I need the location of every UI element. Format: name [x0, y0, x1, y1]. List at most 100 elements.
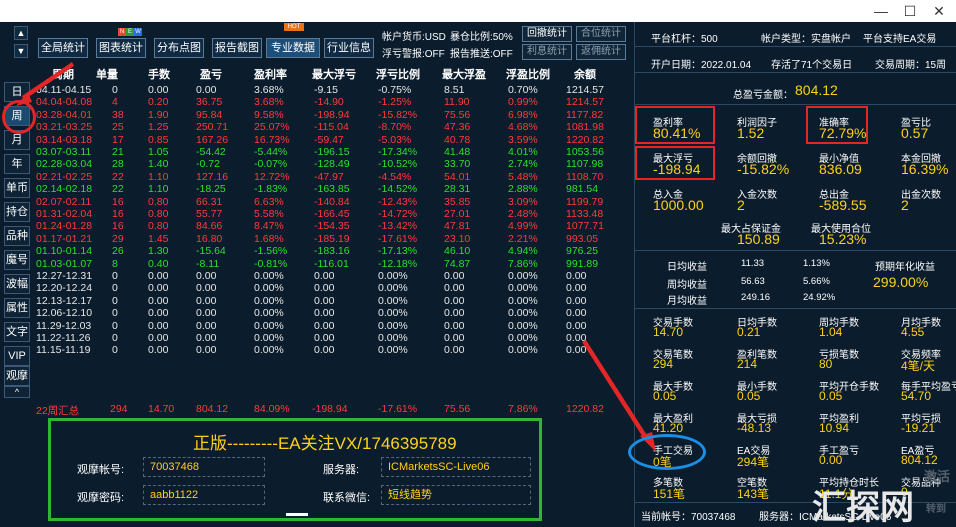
table-row[interactable]: 04.04-04.08 4 0.20 36.75 3.68% -14.90 -1.25% 11… [34, 96, 630, 108]
cell-orders: 0 [112, 294, 118, 307]
table-row[interactable]: 02.21-02.25 22 1.10 127.16 12.72% -47.97 -4.54… [34, 171, 630, 183]
col-float-loss-ratio[interactable]: 浮亏比例 [376, 66, 420, 82]
collapse-icon[interactable]: ^ [4, 386, 30, 398]
wechat-field[interactable]: 短线趋势 [381, 485, 531, 505]
table-row[interactable]: 03.14-03.18 17 0.85 167.26 16.73% -59.47 -5.03… [34, 134, 630, 146]
cell-balance: 1214.57 [566, 84, 604, 96]
table-row[interactable]: 01.24-01.28 16 0.80 84.66 8.47% -154.35 -13.42… [34, 220, 630, 232]
sidebar-item-symbols[interactable]: 品种 [4, 226, 30, 246]
cell-float-loss-ratio: 0.00% [378, 319, 408, 332]
cell-period: 12.13-12.17 [36, 294, 93, 307]
table-row[interactable]: 11.15-11.19 0 0.00 0.00 0.00% 0.00 0.00% 0.00 0.… [34, 344, 630, 356]
close-icon[interactable]: ✕ [924, 0, 954, 22]
horizontal-scrollbar[interactable] [286, 513, 308, 516]
col-float-profit-ratio[interactable]: 浮盈比例 [506, 66, 550, 82]
table-summary-row: 22周汇总 294 14.70 804.12 84.09% -198.94 -1… [34, 403, 630, 417]
distribution-chart-button[interactable]: 分布点图 [154, 38, 204, 58]
withdrawal-count-value: 2 [901, 197, 909, 213]
table-row[interactable]: 12.20-12.24 0 0.00 0.00 0.00% 0.00 0.00% 0.00 0.… [34, 282, 630, 294]
minimize-icon[interactable]: — [866, 0, 896, 22]
rebate-stats-button[interactable]: 返佣统计 [576, 44, 626, 60]
cell-float-loss-ratio: 0.00% [378, 294, 408, 307]
table-row[interactable]: 11.29-12.03 0 0.00 0.00 0.00% 0.00 0.00% 0.00 0.… [34, 320, 630, 332]
cell-orders: 16 [112, 208, 124, 220]
table-row[interactable]: 01.17-01.21 29 1.45 16.80 1.68% -185.19 -17.61… [34, 233, 630, 245]
sidebar-item-vip[interactable]: VIP [4, 346, 30, 366]
industry-info-button[interactable]: 行业信息 [324, 38, 374, 58]
server-field[interactable]: ICMarketsSC-Live06 [381, 457, 531, 477]
table-row[interactable]: 03.21-03.25 25 1.25 250.71 25.07% -115.04 -8.7… [34, 121, 630, 133]
cell-max-float-loss: -9.15 [314, 84, 338, 96]
cell-period: 01.17-01.21 [36, 232, 93, 245]
table-row[interactable]: 03.28-04.01 38 1.90 95.84 9.58% -198.94 -15.82… [34, 109, 630, 121]
sidebar-item-observe[interactable]: 观摩 [4, 366, 30, 386]
table-row[interactable]: 12.06-12.10 0 0.00 0.00 0.00% 0.00 0.00% 0.00 0.… [34, 307, 630, 319]
table-row[interactable]: 12.27-12.31 0 0.00 0.00 0.00% 0.00 0.00% 0.00 0.… [34, 270, 630, 282]
new-badge-w: W [134, 28, 142, 36]
chart-stats-button[interactable]: 图表统计 [96, 38, 146, 58]
account-field[interactable]: 70037468 [143, 457, 265, 477]
table-row[interactable]: 01.03-01.07 8 0.40 -8.11 -0.81% -116.01 -12.18… [34, 258, 630, 270]
table-row[interactable]: 02.14-02.18 22 1.10 -18.25 -1.83% -163.85 -14.… [34, 183, 630, 195]
col-max-float-profit[interactable]: 最大浮盈 [442, 66, 486, 82]
cell-float-profit-ratio: 3.59% [508, 133, 538, 146]
sidebar-item-magic[interactable]: 魔号 [4, 250, 30, 270]
col-lots[interactable]: 手数 [148, 66, 170, 82]
cell-pnl: 250.71 [196, 121, 229, 134]
sidebar-item-single-currency[interactable]: 单币 [4, 178, 30, 198]
profit-rate-highlight [635, 106, 715, 144]
scroll-down-icon[interactable]: ▼ [14, 44, 28, 58]
global-stats-button[interactable]: 全局统计 [38, 38, 88, 58]
cell-max-float-profit: 46.10 [444, 245, 471, 258]
metric-value: 10.94 [819, 421, 850, 435]
cell-balance: 1081.98 [566, 121, 604, 134]
col-period[interactable]: 周期 [52, 66, 74, 82]
cell-max-float-profit: 11.90 [444, 96, 470, 109]
cell-orders: 22 [112, 170, 124, 183]
cell-orders: 22 [112, 183, 124, 196]
total-deposit-value: 1000.00 [653, 197, 704, 213]
sidebar-item-attributes[interactable]: 属性 [4, 298, 30, 318]
metric-value: 1.04 [819, 325, 843, 339]
cell-balance: 991.89 [566, 257, 599, 270]
report-screenshot-button[interactable]: 报告截图 [212, 38, 262, 58]
drawdown-stats-button[interactable]: 回撤统计 [522, 26, 572, 42]
cell-balance: 1108.70 [566, 170, 604, 183]
interest-stats-button[interactable]: 利息统计 [522, 44, 572, 60]
scroll-up-icon[interactable]: ▲ [14, 26, 28, 40]
sidebar-item-day[interactable]: 日 [4, 82, 30, 102]
table-row[interactable]: 01.31-02.04 16 0.80 55.77 5.58% -166.45 -14.72… [34, 208, 630, 220]
cell-pnl: 0.00 [196, 294, 217, 307]
cell-period: 01.31-02.04 [36, 208, 93, 220]
sidebar-item-year[interactable]: 年 [4, 154, 30, 174]
col-pnl[interactable]: 盈亏 [200, 66, 222, 82]
table-row[interactable]: 04.11-04.15 0 0.00 0.00 3.68% -9.15 -0.75% 8.51… [34, 84, 630, 96]
position-stats-button[interactable]: 合位统计 [576, 26, 626, 42]
cell-period: 11.15-11.19 [36, 344, 91, 357]
maximize-icon[interactable]: ☐ [895, 0, 925, 22]
sidebar-item-positions[interactable]: 持仓 [4, 202, 30, 222]
col-orders[interactable]: 单量 [96, 66, 118, 82]
cell-balance: 0.00 [566, 332, 587, 344]
watermark-faint-1: 激活 [924, 469, 951, 484]
table-row[interactable]: 11.22-11.26 0 0.00 0.00 0.00% 0.00 0.00% 0.00 0.… [34, 332, 630, 344]
sidebar-item-text[interactable]: 文字 [4, 322, 30, 342]
table-row[interactable]: 01.10-01.14 26 1.30 -15.64 -1.56% -183.16 -17.… [34, 245, 630, 257]
table-row[interactable]: 02.07-02.11 16 0.80 66.31 6.63% -140.84 -12.43… [34, 196, 630, 208]
summary-period: 22周汇总 [36, 405, 80, 417]
col-max-float-loss[interactable]: 最大浮亏 [312, 66, 356, 82]
cell-float-profit-ratio: 7.86% [508, 257, 538, 270]
col-profit-rate[interactable]: 盈利率 [254, 66, 287, 82]
observe-account-box: 正版---------EA关注VX/1746395789 观摩帐号: 70037… [48, 418, 542, 521]
summary-max-float-profit: 75.56 [444, 403, 471, 415]
table-row[interactable]: 12.13-12.17 0 0.00 0.00 0.00% 0.00 0.00% 0.00 0.… [34, 295, 630, 307]
col-balance[interactable]: 余额 [574, 66, 596, 82]
sidebar-item-volatility[interactable]: 波幅 [4, 274, 30, 294]
cell-lots: 1.05 [148, 146, 169, 158]
cell-float-profit-ratio: 0.00% [508, 344, 538, 357]
cell-orders: 16 [112, 220, 124, 233]
professional-data-button[interactable]: 专业数据 [266, 38, 320, 58]
table-row[interactable]: 02.28-03.04 28 1.40 -0.72 -0.07% -128.49 -10.5… [34, 158, 630, 170]
table-row[interactable]: 03.07-03.11 21 1.05 -54.42 -5.44% -196.15 -17.… [34, 146, 630, 158]
password-field[interactable]: aabb1122 [143, 485, 265, 505]
